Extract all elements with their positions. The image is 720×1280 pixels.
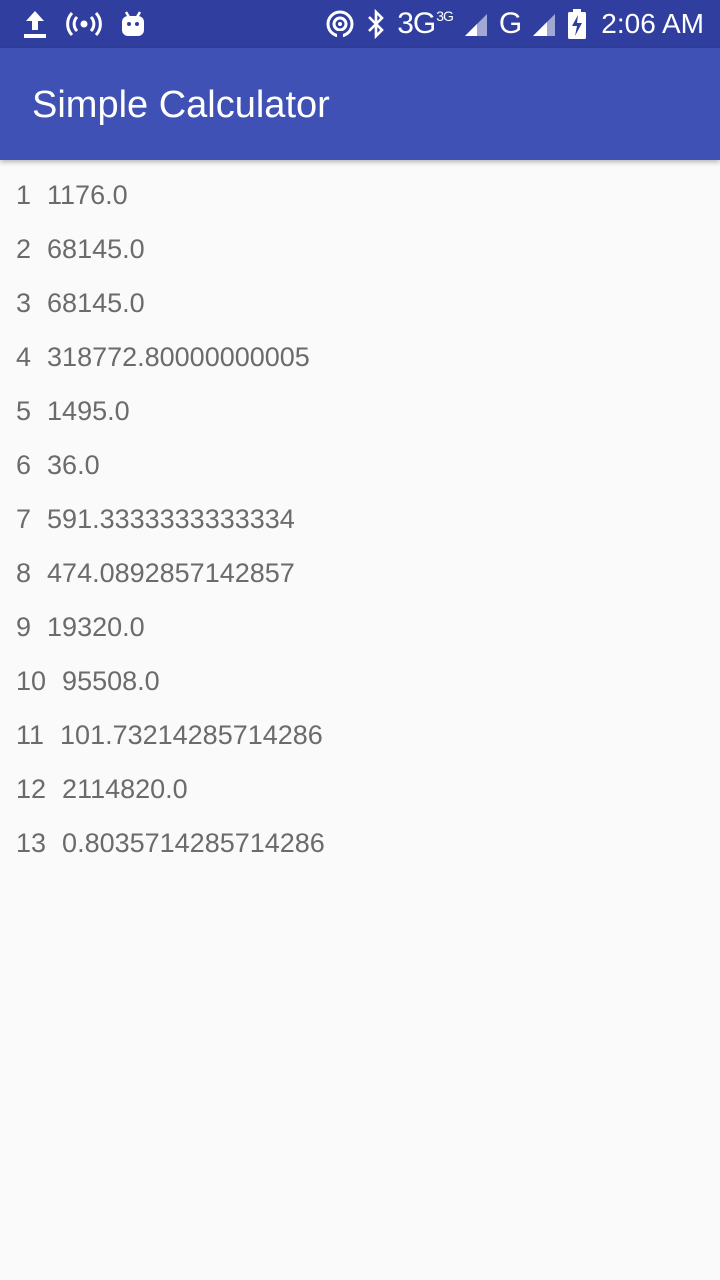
status-bar: 3G3G G 2:06 AM [0,0,720,48]
history-index: 1 [16,179,32,210]
history-value: 0.8035714285714286 [62,827,325,858]
history-row[interactable]: 4 318772.80000000005 [0,330,720,384]
history-index: 5 [16,395,32,426]
history-index: 9 [16,611,32,642]
history-value: 36.0 [47,449,100,480]
history-value: 95508.0 [62,665,160,696]
network-type-label: 3G3G [397,7,454,40]
app-bar: Simple Calculator [0,48,720,160]
hotspot-icon [66,11,102,37]
history-index: 10 [16,665,47,696]
history-value: 68145.0 [47,233,145,264]
android-icon [122,11,144,36]
history-row[interactable]: 2 68145.0 [0,222,720,276]
history-row[interactable]: 3 68145.0 [0,276,720,330]
history-list: 1 1176.0 2 68145.0 3 68145.0 4 318772.800000… [0,168,720,870]
status-bar-right: 3G3G G 2:06 AM [325,6,704,42]
history-row[interactable]: 6 36.0 [0,438,720,492]
network-type-secondary-label: G [498,7,522,40]
history-index: 12 [16,773,47,804]
history-value: 591.3333333333334 [47,503,295,534]
history-index: 6 [16,449,32,480]
bluetooth-icon [368,8,385,40]
history-index: 11 [16,719,45,750]
status-bar-left [22,8,146,40]
history-row[interactable]: 8 474.0892857142857 [0,546,720,600]
signal-icon [533,14,556,36]
upload-icon [24,11,46,38]
history-row[interactable]: 11 101.73214285714286 [0,708,720,762]
history-index: 4 [16,341,32,372]
history-row[interactable]: 1 1176.0 [0,168,720,222]
history-value: 318772.80000000005 [47,341,310,372]
history-value: 2114820.0 [62,773,188,804]
history-value: 474.0892857142857 [47,557,295,588]
history-row[interactable]: 7 591.3333333333334 [0,492,720,546]
history-row[interactable]: 5 1495.0 [0,384,720,438]
battery-charging-icon [568,9,587,39]
history-row[interactable]: 9 19320.0 [0,600,720,654]
history-index: 2 [16,233,32,264]
signal-icon [464,14,487,36]
history-index: 7 [16,503,32,534]
history-value: 1176.0 [47,179,128,210]
history-value: 101.73214285714286 [60,719,323,750]
history-row[interactable]: 10 95508.0 [0,654,720,708]
history-index: 8 [16,557,32,588]
nfc-icon [326,10,354,39]
history-index: 13 [16,827,47,858]
history-index: 3 [16,287,32,318]
history-row[interactable]: 12 2114820.0 [0,762,720,816]
history-value: 1495.0 [47,395,130,426]
history-value: 68145.0 [47,287,145,318]
history-row[interactable]: 13 0.8035714285714286 [0,816,720,870]
history-value: 19320.0 [47,611,145,642]
app-title: Simple Calculator [32,84,330,126]
clock: 2:06 AM [601,8,704,39]
